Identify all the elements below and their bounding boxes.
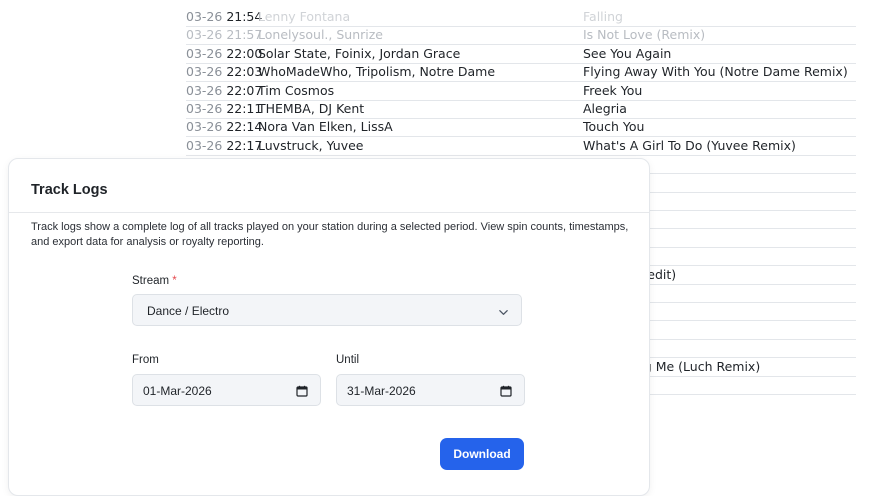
track-title: Touch You bbox=[583, 119, 645, 135]
track-artist: Lenny Fontana bbox=[258, 9, 351, 24]
track-logs-modal: Track Logs Track logs show a complete lo… bbox=[8, 158, 650, 496]
track-played-clock: 22:03 bbox=[226, 64, 263, 80]
track-played-date: 03-26 bbox=[186, 27, 223, 43]
stream-label: Stream * bbox=[132, 275, 177, 287]
from-date-value: 01-Mar-2026 bbox=[143, 384, 212, 398]
track-log-row: 03-26 22:14 Nora Van Elken, LissA Touch Yo… bbox=[186, 118, 856, 138]
stream-select[interactable]: Dance / Electro bbox=[132, 294, 522, 326]
track-title: Falling bbox=[583, 9, 623, 24]
track-log-row: 03-26 22:17 Luvstruck, Yuvee What's A Girl… bbox=[186, 137, 856, 156]
modal-description: Track logs show a complete log of all tr… bbox=[31, 221, 629, 248]
track-played-clock: 22:11 bbox=[226, 101, 263, 116]
track-played-clock: 22:17 bbox=[226, 137, 263, 153]
track-artist: WhoMadeWho, Tripolism, Notre Dame bbox=[258, 64, 496, 80]
track-played-clock: 21:54 bbox=[226, 9, 263, 24]
track-played-clock: 22:14 bbox=[226, 119, 263, 135]
track-played-date: 03-26 bbox=[186, 64, 223, 80]
track-title: Freek You bbox=[583, 82, 643, 98]
track-title: Alegria bbox=[583, 101, 627, 116]
until-date-input[interactable]: 31-Mar-2026 bbox=[336, 374, 525, 406]
stream-label-text: Stream bbox=[132, 275, 170, 287]
track-played-time: 03-26 22:17 bbox=[186, 137, 262, 155]
track-played-date: 03-26 bbox=[186, 45, 223, 61]
track-title: See You Again bbox=[583, 45, 672, 61]
track-artist: Luvstruck, Yuvee bbox=[258, 137, 364, 153]
modal-header: Track Logs bbox=[9, 159, 649, 213]
track-log-row: 03-26 22:07 Tim Cosmos Freek You bbox=[186, 82, 856, 101]
track-played-time: 03-26 22:11 bbox=[186, 100, 262, 118]
modal-title: Track Logs bbox=[31, 182, 108, 198]
track-played-clock: 22:00 bbox=[226, 45, 263, 61]
track-played-clock: 22:07 bbox=[226, 82, 263, 98]
track-played-date: 03-26 bbox=[186, 137, 223, 153]
track-played-date: 03-26 bbox=[186, 119, 223, 135]
chevron-down-icon bbox=[498, 305, 509, 323]
required-marker: * bbox=[172, 275, 177, 287]
until-label: Until bbox=[336, 354, 360, 366]
track-artist: Nora Van Elken, LissA bbox=[258, 119, 393, 135]
track-log-row: 03-26 21:54 Lenny Fontana Falling bbox=[186, 8, 856, 27]
calendar-icon[interactable] bbox=[500, 384, 512, 402]
track-log-row: 03-26 21:57 Lonelysoul., Sunrize Is Not Lo… bbox=[186, 26, 856, 46]
track-played-date: 03-26 bbox=[186, 82, 223, 98]
track-played-time: 03-26 22:00 bbox=[186, 45, 262, 63]
track-played-time: 03-26 22:07 bbox=[186, 82, 262, 100]
track-log-row: 03-26 22:03 WhoMadeWho, Tripolism, Notre … bbox=[186, 63, 856, 83]
track-artist: Solar State, Foinix, Jordan Grace bbox=[258, 45, 461, 61]
track-played-time: 03-26 22:03 bbox=[186, 63, 262, 81]
stream-select-value: Dance / Electro bbox=[147, 304, 230, 318]
track-artist: Lonelysoul., Sunrize bbox=[258, 27, 383, 43]
track-artist: THEMBA, DJ Kent bbox=[258, 101, 365, 116]
until-date-value: 31-Mar-2026 bbox=[347, 384, 416, 398]
download-button[interactable]: Download bbox=[440, 438, 524, 470]
track-played-date: 03-26 bbox=[186, 9, 223, 24]
from-date-input[interactable]: 01-Mar-2026 bbox=[132, 374, 321, 406]
from-label: From bbox=[132, 354, 159, 366]
track-played-time: 03-26 22:14 bbox=[186, 118, 262, 136]
track-log-row: 03-26 22:00 Solar State, Foinix, Jordan G… bbox=[186, 45, 856, 64]
track-title: Flying Away With You (Notre Dame Remix) bbox=[583, 64, 848, 80]
track-title: Is Not Love (Remix) bbox=[583, 27, 706, 43]
track-played-time: 03-26 21:54 bbox=[186, 8, 262, 26]
track-played-clock: 21:57 bbox=[226, 27, 263, 43]
track-played-time: 03-26 21:57 bbox=[186, 26, 262, 44]
track-artist: Tim Cosmos bbox=[258, 82, 335, 98]
calendar-icon[interactable] bbox=[296, 384, 308, 402]
track-played-date: 03-26 bbox=[186, 101, 223, 116]
track-log-row: 03-26 22:11 THEMBA, DJ Kent Alegria bbox=[186, 100, 856, 119]
track-title: What's A Girl To Do (Yuvee Remix) bbox=[583, 137, 796, 153]
